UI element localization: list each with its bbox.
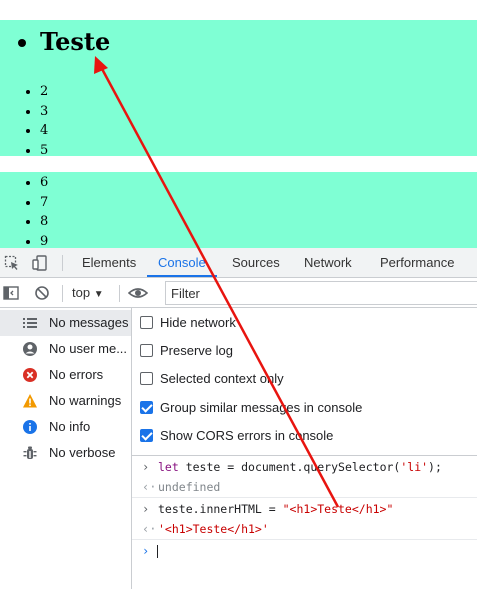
sidebar-item-messages[interactable]: No messages — [0, 310, 131, 336]
tab-performance[interactable]: Performance — [380, 248, 454, 278]
code-text: teste = document.querySelector( — [178, 460, 401, 474]
user-icon — [22, 341, 38, 357]
info-icon — [22, 419, 38, 435]
sidebar-item-label: No info — [49, 419, 91, 434]
sidebar-item-label: No user me... — [49, 341, 128, 356]
setting-label: Show CORS errors in console — [160, 428, 334, 443]
code-text: ); — [428, 460, 442, 474]
text-cursor — [157, 545, 158, 558]
list-item: 5 — [40, 141, 477, 161]
sidebar-toggle-icon[interactable] — [3, 285, 19, 301]
console-code: teste.innerHTML = "<h1>Teste</h1>" — [158, 502, 393, 516]
console-input-line: › let teste = document.querySelector('li… — [132, 457, 477, 478]
sidebar-item-user-messages[interactable]: No user me... — [0, 336, 131, 362]
console-settings: Hide network Preserve log Selected conte… — [132, 308, 477, 456]
sidebar-item-verbose[interactable]: No verbose — [0, 440, 131, 466]
setting-label: Hide network — [160, 315, 236, 330]
sidebar-item-warnings[interactable]: No warnings — [0, 388, 131, 414]
warning-icon — [22, 393, 38, 409]
clear-console-icon[interactable] — [34, 285, 50, 301]
code-text: teste.innerHTML = — [158, 502, 283, 516]
console-result-line: ‹· '<h1>Teste</h1>' — [132, 519, 477, 540]
sidebar-item-errors[interactable]: No errors — [0, 362, 131, 388]
hide-network-checkbox[interactable] — [140, 316, 153, 329]
selected-context-checkbox[interactable] — [140, 372, 153, 385]
console-code: let teste = document.querySelector('li')… — [158, 460, 442, 474]
result-arrow-icon: ‹· — [142, 522, 157, 536]
code-string: "<h1>Teste</h1>" — [282, 502, 394, 516]
sidebar-item-label: No errors — [49, 367, 104, 382]
chevron-right-icon: › — [142, 544, 150, 558]
toolbar-divider — [62, 285, 63, 302]
error-icon — [22, 367, 38, 383]
toolbar-divider — [119, 285, 120, 302]
result-arrow-icon: ‹· — [142, 480, 157, 494]
chevron-down-icon: ▼ — [93, 289, 104, 300]
tab-console[interactable]: Console — [158, 248, 206, 278]
list-item: 4 — [40, 121, 477, 141]
console-prompt-line[interactable]: › — [132, 541, 477, 562]
setting-label: Preserve log — [160, 343, 233, 358]
inspect-element-icon[interactable] — [4, 255, 20, 271]
device-toolbar-icon[interactable] — [32, 255, 48, 271]
chevron-right-icon: › — [142, 502, 150, 516]
console-result-line: ‹· undefined — [132, 477, 477, 498]
console-result: undefined — [158, 480, 221, 494]
toolbar-divider — [62, 255, 63, 271]
sidebar-item-label: No warnings — [49, 393, 122, 408]
list-block-2: 6 7 8 9 — [0, 172, 477, 251]
list-item: 7 — [40, 193, 477, 213]
list-item: 6 — [40, 173, 477, 193]
console-input-line: › teste.innerHTML = "<h1>Teste</h1>" — [132, 499, 477, 520]
console-sidebar: No messages No user me... No errors No w… — [0, 308, 132, 589]
tab-network[interactable]: Network — [304, 248, 352, 278]
sidebar-item-info[interactable]: No info — [0, 414, 131, 440]
code-string: 'li' — [400, 460, 429, 474]
setting-label: Selected context only — [160, 371, 284, 386]
group-similar-checkbox[interactable] — [140, 401, 153, 414]
filter-input[interactable] — [165, 281, 477, 305]
devtools-panel: Elements Console Sources Network Perform… — [0, 248, 477, 589]
code-keyword: let — [158, 460, 179, 474]
devtools-tabbar: Elements Console Sources Network Perform… — [0, 248, 477, 278]
bullet-list-1: Teste 2 3 4 5 — [0, 22, 477, 160]
list-icon — [22, 315, 38, 331]
chevron-right-icon: › — [142, 460, 150, 474]
setting-label: Group similar messages in console — [160, 400, 363, 415]
list-item-teste: Teste — [40, 22, 477, 62]
eye-icon[interactable] — [127, 285, 149, 301]
show-cors-checkbox[interactable] — [140, 429, 153, 442]
list-item: 8 — [40, 212, 477, 232]
sidebar-item-label: No messages — [49, 315, 129, 330]
preserve-log-checkbox[interactable] — [140, 344, 153, 357]
list-block-1: Teste 2 3 4 5 — [0, 20, 477, 158]
active-tab-indicator — [147, 275, 217, 277]
tab-elements[interactable]: Elements — [82, 248, 136, 278]
list-item: 3 — [40, 102, 477, 122]
console-output: › let teste = document.querySelector('li… — [132, 457, 477, 589]
bullet-list-2: 6 7 8 9 — [0, 172, 477, 251]
sidebar-item-label: No verbose — [49, 445, 116, 460]
console-toolbar: top ▼ — [0, 279, 477, 308]
bug-icon — [22, 445, 38, 461]
teste-heading: Teste — [40, 27, 111, 56]
context-selector[interactable]: top ▼ — [72, 285, 104, 300]
context-value: top — [72, 285, 91, 300]
tab-sources[interactable]: Sources — [232, 248, 280, 278]
console-result: '<h1>Teste</h1>' — [158, 522, 269, 536]
list-item: 2 — [40, 82, 477, 102]
